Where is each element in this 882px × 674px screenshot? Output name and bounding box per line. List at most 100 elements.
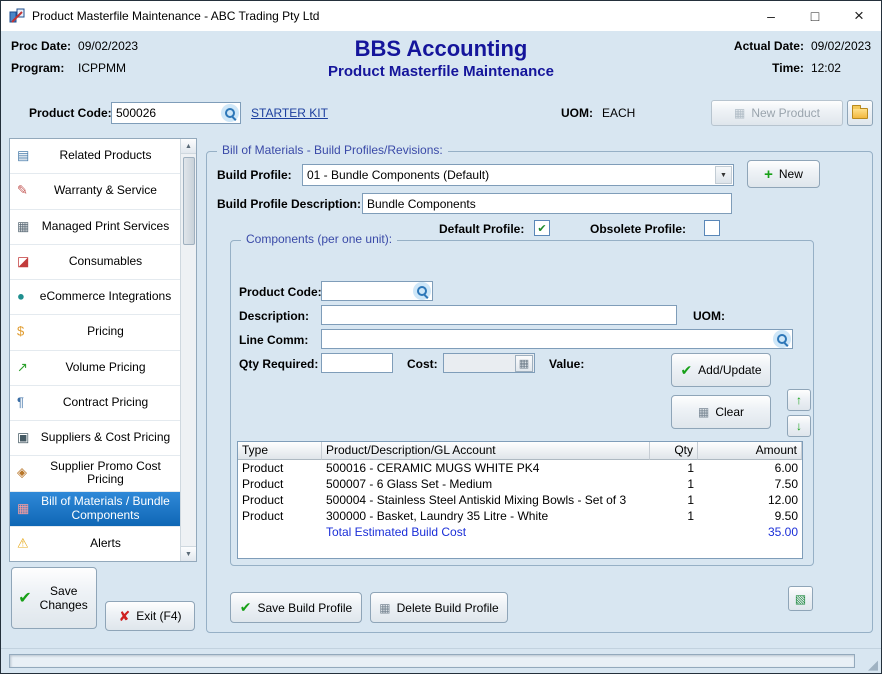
new-profile-button[interactable]: + New xyxy=(747,160,820,188)
app-window: Product Masterfile Maintenance - ABC Tra… xyxy=(0,0,882,674)
chart-icon: ↗ xyxy=(17,360,28,375)
sidebar-item-label: Managed Print Services xyxy=(42,220,169,234)
component-lookup-button[interactable] xyxy=(413,282,431,300)
sidebar-item-supplier-promo[interactable]: ◈ Supplier Promo Cost Pricing xyxy=(10,456,180,491)
qty-required-input[interactable] xyxy=(322,356,392,370)
export-button[interactable]: ▧ xyxy=(788,586,813,611)
default-profile-checkbox[interactable]: ✔ xyxy=(534,220,550,236)
col-header-type[interactable]: Type xyxy=(238,442,322,460)
col-header-description[interactable]: Product/Description/GL Account xyxy=(322,442,650,460)
delete-build-profile-button[interactable]: ▦ Delete Build Profile xyxy=(370,592,508,623)
scrollbar-thumb[interactable] xyxy=(183,157,195,245)
component-description-input[interactable] xyxy=(322,308,676,322)
component-product-code-field xyxy=(321,281,433,301)
actual-date-label: Actual Date: xyxy=(734,39,804,53)
profile-description-input[interactable] xyxy=(363,197,731,211)
sidebar-item-label: Bill of Materials / Bundle Components xyxy=(36,495,175,523)
printer-icon: ▦ xyxy=(17,219,29,234)
table-row[interactable]: Product 300000 - Basket, Laundry 35 Litr… xyxy=(238,508,802,524)
move-up-button[interactable]: ↑ xyxy=(787,389,811,411)
exit-button[interactable]: ✘ Exit (F4) xyxy=(105,601,195,631)
suppliers-icon: ▣ xyxy=(17,431,29,446)
sidebar-item-consumables[interactable]: ◪ Consumables xyxy=(10,245,180,280)
scroll-up-button[interactable]: ▲ xyxy=(181,139,196,154)
cost-input[interactable] xyxy=(444,356,515,370)
close-icon: × xyxy=(854,6,864,26)
titlebar: Product Masterfile Maintenance - ABC Tra… xyxy=(1,1,881,31)
resize-grip[interactable]: ◢ xyxy=(868,658,878,671)
minimize-button[interactable]: – xyxy=(749,1,793,31)
value-label: Value: xyxy=(549,357,584,371)
new-profile-label: New xyxy=(779,167,803,181)
sidebar-item-ecommerce[interactable]: ● eCommerce Integrations xyxy=(10,280,180,315)
sidebar-item-alerts[interactable]: ⚠ Alerts xyxy=(10,527,180,561)
sidebar-item-contract-pricing[interactable]: ¶ Contract Pricing xyxy=(10,386,180,421)
cell-description: 500007 - 6 Glass Set - Medium xyxy=(322,476,650,492)
calculator-button[interactable]: ▦ xyxy=(515,355,533,372)
col-header-qty[interactable]: Qty xyxy=(650,442,698,460)
qty-required-field xyxy=(321,353,393,373)
table-row[interactable]: Product 500016 - CERAMIC MUGS WHITE PK4 … xyxy=(238,460,802,476)
sidebar-item-label: Alerts xyxy=(90,537,121,551)
globe-icon: ● xyxy=(17,290,25,305)
sidebar-item-warranty-service[interactable]: ✎ Warranty & Service xyxy=(10,174,180,209)
check-icon: ✔ xyxy=(18,588,31,608)
promo-tag-icon: ◈ xyxy=(17,466,27,481)
sidebar-item-managed-print[interactable]: ▦ Managed Print Services xyxy=(10,210,180,245)
eraser-icon: ▦ xyxy=(698,405,709,419)
clear-button[interactable]: ▦ Clear xyxy=(671,395,771,429)
folder-icon xyxy=(852,108,868,119)
sidebar-item-related-products[interactable]: ▤ Related Products xyxy=(10,139,180,174)
sidebar-item-label: Suppliers & Cost Pricing xyxy=(41,431,170,445)
product-code-input[interactable] xyxy=(112,106,221,120)
header-right: Actual Date: 09/02/2023 Time: 12:02 xyxy=(734,39,871,75)
cost-label: Cost: xyxy=(407,357,438,371)
line-comm-input[interactable] xyxy=(322,332,773,346)
sidebar-item-label: Warranty & Service xyxy=(54,184,157,198)
bom-groupbox: Bill of Materials - Build Profiles/Revis… xyxy=(206,151,873,633)
sidebar-item-volume-pricing[interactable]: ↗ Volume Pricing xyxy=(10,351,180,386)
open-folder-button[interactable] xyxy=(847,100,873,126)
default-profile-label: Default Profile: xyxy=(439,222,524,236)
line-comm-lookup-button[interactable] xyxy=(773,330,791,348)
product-lookup-button[interactable] xyxy=(221,104,239,122)
close-button[interactable]: × xyxy=(837,1,881,31)
line-comm-field xyxy=(321,329,793,349)
components-table: Type Product/Description/GL Account Qty … xyxy=(237,441,803,559)
component-uom-label: UOM: xyxy=(693,309,725,323)
product-bar: Product Code: STARTER KIT UOM: EACH ▦ Ne… xyxy=(1,96,881,130)
chevron-down-icon: ▼ xyxy=(715,166,732,184)
scroll-down-button[interactable]: ▼ xyxy=(181,546,196,561)
save-build-profile-button[interactable]: ✔ Save Build Profile xyxy=(230,592,362,623)
component-product-code-input[interactable] xyxy=(322,284,413,298)
consumables-icon: ◪ xyxy=(17,254,29,269)
total-label: Total Estimated Build Cost xyxy=(322,524,650,540)
cell-qty: 1 xyxy=(650,476,698,492)
actual-date-value: 09/02/2023 xyxy=(811,39,871,53)
obsolete-profile-label: Obsolete Profile: xyxy=(590,222,686,236)
product-name-link[interactable]: STARTER KIT xyxy=(251,106,328,120)
maximize-button[interactable]: □ xyxy=(793,1,837,31)
sidebar-item-suppliers-cost[interactable]: ▣ Suppliers & Cost Pricing xyxy=(10,421,180,456)
total-amount: 35.00 xyxy=(698,524,802,540)
sidebar-item-pricing[interactable]: $ Pricing xyxy=(10,315,180,350)
cost-field: ▦ xyxy=(443,353,535,373)
table-row[interactable]: Product 500007 - 6 Glass Set - Medium 1 … xyxy=(238,476,802,492)
table-row[interactable]: Product 500004 - Stainless Steel Antiski… xyxy=(238,492,802,508)
save-changes-button[interactable]: ✔ Save Changes xyxy=(11,567,97,629)
new-product-label: New Product xyxy=(751,106,820,120)
app-icon xyxy=(9,8,25,24)
sidebar-item-label: Volume Pricing xyxy=(65,361,145,375)
add-update-button[interactable]: ✔ Add/Update xyxy=(671,353,771,387)
cell-description: 500004 - Stainless Steel Antiskid Mixing… xyxy=(322,492,650,508)
obsolete-profile-checkbox[interactable] xyxy=(704,220,720,236)
bom-icon: ▦ xyxy=(17,501,29,516)
sidebar-item-bill-of-materials[interactable]: ▦ Bill of Materials / Bundle Components xyxy=(10,492,180,527)
col-header-amount[interactable]: Amount xyxy=(698,442,802,460)
export-icon: ▧ xyxy=(795,592,806,606)
new-product-button[interactable]: ▦ New Product xyxy=(711,100,843,126)
build-profile-dropdown[interactable]: 01 - Bundle Components (Default) ▼ xyxy=(302,164,734,186)
table-header-row: Type Product/Description/GL Account Qty … xyxy=(238,442,802,460)
components-groupbox: Components (per one unit): Product Code:… xyxy=(230,240,814,566)
move-down-button[interactable]: ↓ xyxy=(787,415,811,437)
